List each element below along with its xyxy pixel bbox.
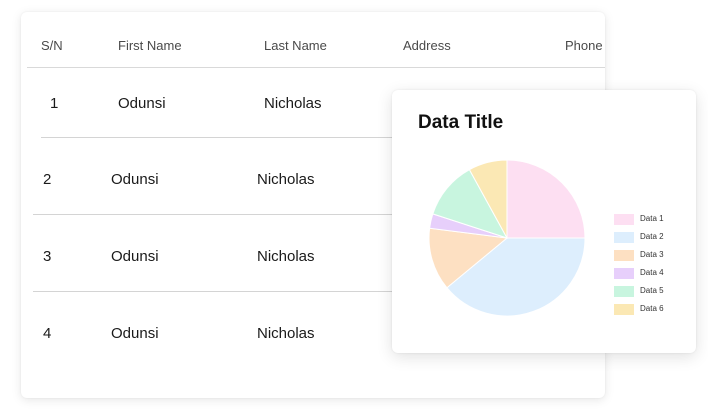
legend-label: Data 2 xyxy=(640,232,664,241)
cell-last-name: Nicholas xyxy=(257,171,315,188)
legend-item-6[interactable]: Data 6 xyxy=(614,303,684,321)
column-header-sn[interactable]: S/N xyxy=(41,38,63,54)
legend-swatch xyxy=(614,286,634,297)
column-header-phone[interactable]: Phone xyxy=(565,38,603,54)
column-header-address[interactable]: Address xyxy=(403,38,451,54)
table-header-row: S/N First Name Last Name Address Phone xyxy=(21,12,605,68)
legend-item-1[interactable]: Data 1 xyxy=(614,213,684,231)
legend-label: Data 5 xyxy=(640,286,664,295)
legend-swatch xyxy=(614,232,634,243)
chart-title: Data Title xyxy=(418,112,504,133)
cell-sn: 2 xyxy=(43,171,52,188)
legend-swatch xyxy=(614,214,634,225)
cell-sn: 1 xyxy=(50,95,59,112)
cell-sn: 4 xyxy=(43,325,52,342)
column-header-first-name[interactable]: First Name xyxy=(118,38,182,54)
cell-first-name: Odunsi xyxy=(111,248,159,265)
chart-legend: Data 1 Data 2 Data 3 Data 4 Data 5 Data 6 xyxy=(614,213,684,321)
legend-swatch xyxy=(614,268,634,279)
cell-last-name: Nicholas xyxy=(257,248,315,265)
cell-last-name: Nicholas xyxy=(264,95,322,112)
legend-label: Data 4 xyxy=(640,268,664,277)
legend-item-4[interactable]: Data 4 xyxy=(614,267,684,285)
cell-first-name: Odunsi xyxy=(111,325,159,342)
cell-first-name: Odunsi xyxy=(111,171,159,188)
legend-swatch xyxy=(614,250,634,261)
cell-last-name: Nicholas xyxy=(257,325,315,342)
legend-item-3[interactable]: Data 3 xyxy=(614,249,684,267)
legend-swatch xyxy=(614,304,634,315)
legend-item-2[interactable]: Data 2 xyxy=(614,231,684,249)
legend-item-5[interactable]: Data 5 xyxy=(614,285,684,303)
cell-sn: 3 xyxy=(43,248,52,265)
pie-slice-1[interactable] xyxy=(506,159,586,239)
column-header-last-name[interactable]: Last Name xyxy=(264,38,327,54)
legend-label: Data 1 xyxy=(640,214,664,223)
legend-label: Data 3 xyxy=(640,250,664,259)
cell-first-name: Odunsi xyxy=(118,95,166,112)
pie-chart-card: Data Title Data 1 Data 2 Data 3 Data 4 Data … xyxy=(392,90,696,353)
legend-label: Data 6 xyxy=(640,304,664,313)
